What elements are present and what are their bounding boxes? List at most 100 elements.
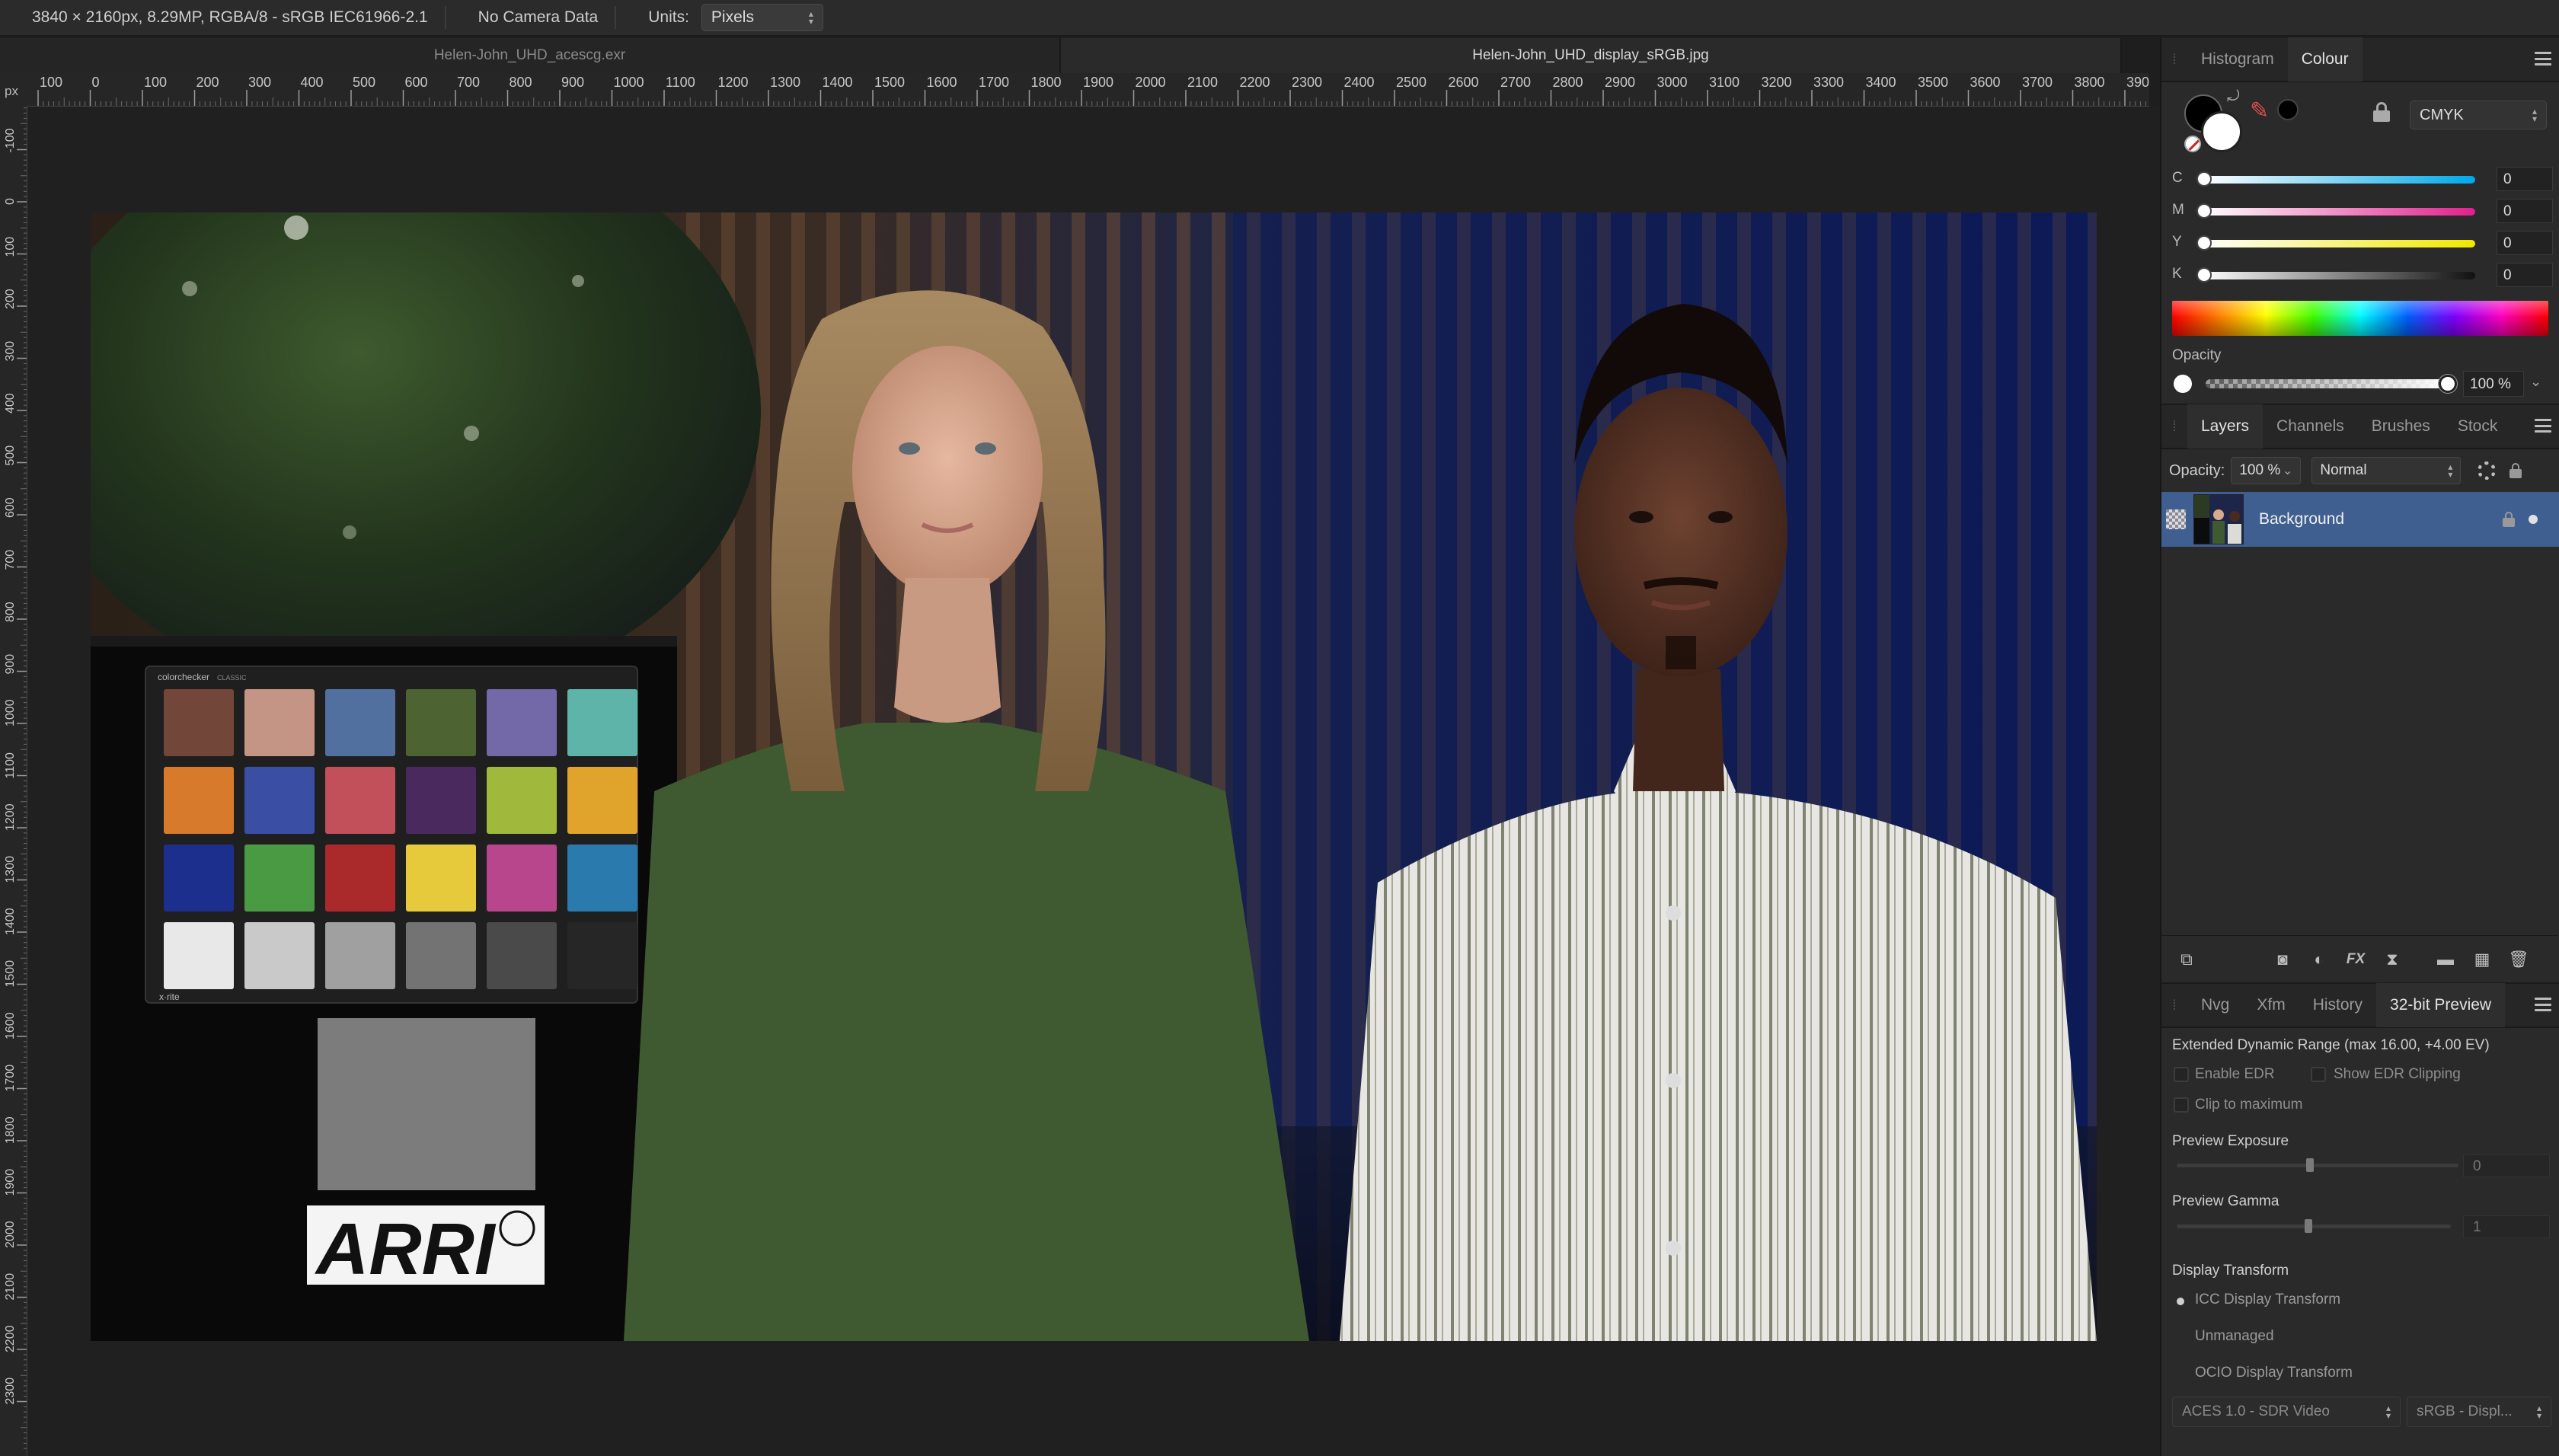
lock-icon[interactable]: [2509, 463, 2522, 478]
document-image[interactable]: colorchecker CLASSIC x·rite ARRI: [91, 212, 2097, 1341]
opacity-slider[interactable]: [2206, 379, 2449, 388]
gamma-slider[interactable]: [2177, 1225, 2451, 1228]
channel-value-m[interactable]: 0: [2497, 199, 2553, 223]
enable-edr-checkbox[interactable]: [2174, 1067, 2189, 1082]
layer-visible-dot-icon[interactable]: [2529, 515, 2538, 524]
channel-value-y[interactable]: 0: [2497, 231, 2553, 255]
display-transform-label: Display Transform: [2172, 1263, 2289, 1279]
swap-colors-icon[interactable]: ⤾: [2227, 88, 2240, 106]
option-ocio-display-transform[interactable]: OCIO Display Transform: [2195, 1365, 2353, 1381]
tab-history[interactable]: History: [2299, 983, 2376, 1027]
panel-grip-icon[interactable]: ⁞: [2161, 419, 2187, 435]
opacity-label: Opacity: [2172, 347, 2222, 363]
ruler-label: 2700: [1500, 75, 1531, 90]
adjustment-icon[interactable]: ◐: [2308, 948, 2331, 971]
fx-icon[interactable]: FX: [2344, 948, 2367, 971]
horizontal-ruler[interactable]: 100 0 100 200 300 400 500 600 700 800 900 1000 1100 1…: [27, 73, 2149, 107]
option-icc-display-transform[interactable]: ICC Display Transform: [2195, 1292, 2340, 1308]
opacity-value[interactable]: 100 %: [2463, 371, 2524, 397]
channel-slider-c[interactable]: [2201, 176, 2475, 184]
channel-slider-y[interactable]: [2201, 240, 2475, 247]
tab-label: Nvg: [2201, 996, 2230, 1014]
mask-layer-icon[interactable]: ◙: [2271, 948, 2294, 971]
show-edr-clipping-checkbox[interactable]: [2311, 1067, 2326, 1082]
lock-icon[interactable]: [2373, 102, 2390, 122]
ruler-label: 1500: [4, 960, 17, 988]
layer-options-icon[interactable]: ⧉: [2175, 948, 2198, 971]
panel-menu-icon[interactable]: [2535, 52, 2551, 65]
units-select[interactable]: Pixels ▴ ▾: [701, 4, 823, 31]
channel-value-c[interactable]: 0: [2497, 167, 2553, 191]
tab-colour[interactable]: Colour: [2287, 37, 2363, 81]
checker-swatch: [567, 922, 637, 989]
ruler-label: 0: [92, 75, 100, 90]
blend-mode-select[interactable]: Normal ▴ ▾: [2311, 457, 2462, 484]
tab-stock[interactable]: Stock: [2444, 404, 2512, 449]
gamma-value[interactable]: 1: [2463, 1215, 2550, 1238]
tab-transform[interactable]: Xfm: [2243, 983, 2299, 1027]
doc-tab-acescg[interactable]: Helen-John_UHD_acescg.exr: [0, 38, 1061, 73]
channel-knob[interactable]: [2196, 267, 2212, 283]
option-unmanaged[interactable]: Unmanaged: [2195, 1328, 2274, 1345]
channel-slider-k[interactable]: [2201, 272, 2475, 279]
picked-color-swatch[interactable]: [2277, 99, 2299, 120]
exposure-label: Preview Exposure: [2172, 1133, 2289, 1149]
channel-slider-m[interactable]: [2201, 208, 2475, 216]
tab-histogram[interactable]: Histogram: [2187, 37, 2288, 81]
canvas-area[interactable]: colorchecker CLASSIC x·rite ARRI: [27, 107, 2160, 1456]
ocio-view-select[interactable]: ACES 1.0 - SDR Video ▴ ▾: [2172, 1397, 2401, 1427]
ruler-unit[interactable]: px: [0, 73, 27, 107]
ruler-label: 1400: [823, 75, 853, 90]
tab-brushes[interactable]: Brushes: [2358, 404, 2444, 449]
channel-knob[interactable]: [2196, 235, 2212, 251]
layer-opacity-field[interactable]: 100 % ⌄: [2231, 457, 2302, 484]
layer-lock-icon[interactable]: [2503, 512, 2515, 527]
opacity-slider-knob[interactable]: [2439, 375, 2457, 393]
tab-32bit-preview[interactable]: 32-bit Preview: [2376, 983, 2506, 1027]
gamma-slider-knob[interactable]: [2305, 1219, 2312, 1233]
vertical-ruler[interactable]: -200-10001002003004005006007008009001000…: [0, 107, 27, 1456]
add-pixel-layer-icon[interactable]: ▦: [2471, 948, 2494, 971]
clip-to-max-checkbox[interactable]: [2174, 1097, 2189, 1113]
stroke-swatch[interactable]: [2201, 111, 2242, 152]
no-color-icon[interactable]: [2184, 136, 2201, 152]
checker-swatch: [406, 845, 476, 912]
exposure-slider[interactable]: [2177, 1164, 2458, 1167]
color-picker-icon[interactable]: ✎: [2250, 97, 2269, 124]
panel-grip-icon[interactable]: ⁞: [2161, 998, 2187, 1014]
live-filter-icon[interactable]: ⧗: [2381, 948, 2404, 971]
tab-channels[interactable]: Channels: [2263, 404, 2358, 449]
gear-icon[interactable]: [2478, 461, 2497, 480]
ocio-view-value: ACES 1.0 - SDR Video: [2182, 1403, 2330, 1419]
channel-value-k[interactable]: 0: [2497, 263, 2553, 287]
ruler-label: 1800: [1031, 75, 1062, 90]
chevron-down-icon[interactable]: ⌄: [2530, 374, 2541, 390]
ruler-label: 900: [561, 75, 584, 90]
exposure-value[interactable]: 0: [2463, 1154, 2550, 1177]
checker-swatch: [406, 767, 476, 834]
radio-selected-dot[interactable]: [2177, 1298, 2184, 1305]
tab-layers[interactable]: Layers: [2187, 404, 2263, 449]
panel-menu-icon[interactable]: [2535, 998, 2551, 1011]
updown-icon: ▴ ▾: [808, 8, 813, 27]
edr-title: Extended Dynamic Range (max 16.00, +4.00…: [2172, 1037, 2490, 1053]
exposure-slider-knob[interactable]: [2306, 1158, 2314, 1172]
ruler-label: 100: [4, 237, 17, 257]
colour-spectrum[interactable]: [2172, 301, 2548, 336]
enable-edr-label: Enable EDR: [2195, 1066, 2275, 1082]
layer-row-background[interactable]: Background: [2161, 492, 2559, 547]
ruler-label: 300: [248, 75, 271, 90]
add-group-icon[interactable]: ▬: [2434, 948, 2457, 971]
panel-grip-icon[interactable]: ⁞: [2161, 52, 2187, 68]
ruler-label: -100: [4, 128, 17, 152]
tab-navigator[interactable]: Nvg: [2187, 983, 2243, 1027]
panel-menu-icon[interactable]: [2535, 419, 2551, 433]
doc-tab-display-srgb[interactable]: Helen-John_UHD_display_sRGB.jpg: [1061, 38, 2122, 73]
slate-logo: ARRI: [315, 1209, 497, 1290]
colour-model-select[interactable]: CMYK ▴ ▾: [2410, 101, 2547, 129]
channel-knob[interactable]: [2196, 171, 2212, 187]
layer-visibility-icon[interactable]: [2166, 509, 2186, 529]
ocio-display-select[interactable]: sRGB - Displ... ▴ ▾: [2407, 1397, 2551, 1427]
channel-knob[interactable]: [2196, 203, 2212, 219]
delete-icon[interactable]: 🗑: [2507, 948, 2530, 971]
